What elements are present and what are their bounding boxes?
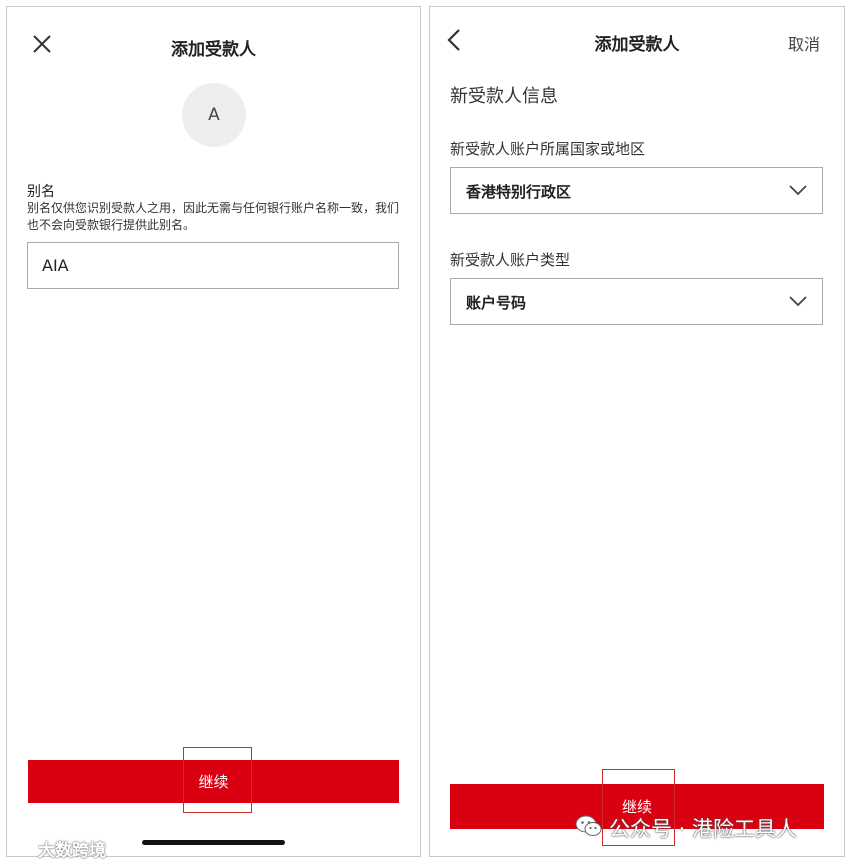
chevron-down-icon xyxy=(788,293,808,309)
country-label: 新受款人账户所属国家或地区 xyxy=(450,140,646,158)
continue-button[interactable]: 继续 xyxy=(28,760,399,803)
watermark-left-text: 大数跨境 xyxy=(38,841,106,861)
account-type-select-value: 账户号码 xyxy=(466,294,527,312)
alias-input[interactable] xyxy=(27,242,399,289)
alias-help-text: 别名仅供您识别受款人之用，因此无需与任何银行账户名称一致，我们也不会向受款银行提… xyxy=(27,201,400,232)
cancel-button[interactable]: 取消 xyxy=(788,31,820,55)
watermark-left: 大数跨境 xyxy=(8,836,106,861)
account-type-label: 新受款人账户类型 xyxy=(450,251,571,269)
avatar: A xyxy=(182,83,246,147)
home-indicator xyxy=(142,840,285,845)
add-payee-alias-screen: 添加受款人 A 别名 别名仅供您识别受款人之用，因此无需与任何银行账户名称一致，… xyxy=(6,6,421,857)
wechat-icon xyxy=(575,814,603,843)
alias-label: 别名 xyxy=(27,184,55,200)
page-title: 添加受款人 xyxy=(171,40,256,60)
watermark-right: 公众号 · 港险工具人 xyxy=(575,813,797,843)
page-title: 添加受款人 xyxy=(594,35,680,55)
logo-icon xyxy=(8,837,34,860)
section-title: 新受款人信息 xyxy=(450,86,558,107)
country-select-value: 香港特别行政区 xyxy=(466,183,572,201)
chevron-down-icon xyxy=(788,182,808,198)
watermark-right-text: 公众号 · 港险工具人 xyxy=(609,817,798,841)
continue-button-label: 继续 xyxy=(198,773,229,791)
country-select[interactable]: 香港特别行政区 xyxy=(450,167,823,214)
account-type-select[interactable]: 账户号码 xyxy=(450,278,823,325)
avatar-letter: A xyxy=(208,105,220,125)
add-payee-info-screen: 添加受款人 取消 新受款人信息 新受款人账户所属国家或地区 香港特别行政区 新受… xyxy=(429,6,845,857)
